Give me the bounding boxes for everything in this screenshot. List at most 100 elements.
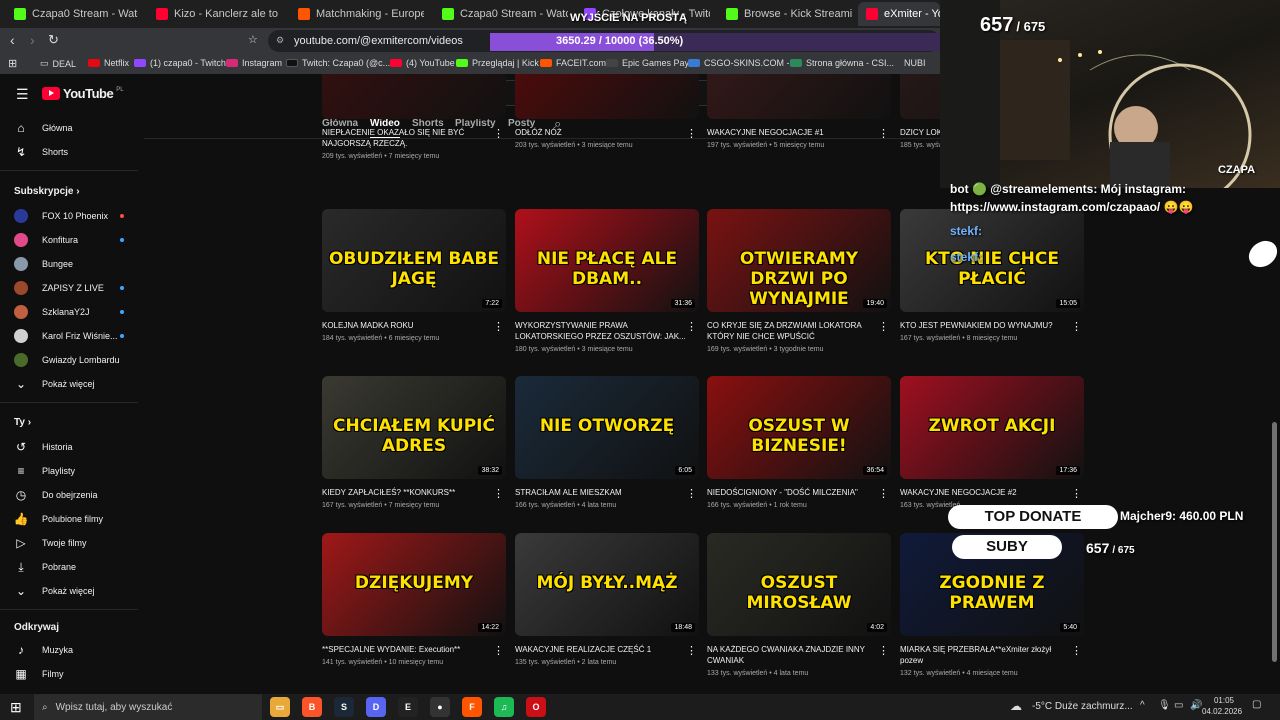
bookmark-epic[interactable]: Epic Games Pay [606,58,689,68]
sidebar-subscription[interactable]: SzklanaY2J [14,302,124,322]
weather-text[interactable]: -5°C Duże zachmurz... [1032,701,1133,712]
video-thumbnail[interactable]: OSZUST W BIZNESIE! 36:54 [707,376,891,479]
sidebar-item-shorts[interactable]: ↯ Shorts [14,142,68,162]
browser-tab[interactable]: Czapa0 Stream - Watch Live on [6,2,138,26]
sidebar-item-home[interactable]: ⌂ Główna [14,118,72,138]
sidebar-show-more[interactable]: ⌄ Pokaż więcej [14,374,95,394]
video-thumbnail[interactable]: MÓJ BYŁY..MĄŻ 18:48 [515,533,699,636]
bookmark-star-icon[interactable]: ☆ [248,33,258,46]
more-options-icon[interactable]: ⋮ [878,127,889,140]
clock-date[interactable]: 04.02.2026 [1202,707,1242,716]
more-options-icon[interactable]: ⋮ [878,487,889,500]
sidebar-subscription[interactable]: ZAPISY Z LIVE [14,278,124,298]
more-options-icon[interactable]: ⋮ [878,644,889,657]
video-card[interactable]: CHCIAŁEM KUPIĆ ADRES 38:32 KIEDY ZAPŁACIŁE… [322,376,506,509]
video-thumbnail[interactable]: OSZUST MIROSŁAW 4:02 [707,533,891,636]
sidebar-subscription[interactable]: Konfitura [14,230,124,250]
video-thumbnail[interactable]: OBUDZIŁEM BABE JAGĘ 7:22 [322,209,506,312]
sidebar-show-more[interactable]: ⌄ Pokaż więcej [14,581,95,601]
more-options-icon[interactable]: ⋮ [493,320,504,333]
more-options-icon[interactable]: ⋮ [1071,320,1082,333]
bookmark-netflix[interactable]: Netflix [88,58,129,68]
video-title[interactable]: KIEDY ZAPŁACIŁEŚ? **KONKURS** [322,487,494,498]
video-thumbnail[interactable]: CHCIAŁEM KUPIĆ ADRES 38:32 [322,376,506,479]
video-card[interactable]: WAKACYJNE NEGOCJACJE #1 197 tys. wyświetl… [707,74,891,149]
video-title[interactable]: STRACIŁAM ALE MIESZKAM [515,487,687,498]
bookmark-twitch[interactable]: (1) czapa0 - Twitch [134,58,226,68]
reload-icon[interactable]: ↻ [48,32,59,48]
browser-tab[interactable]: Czapa0 Stream - Watch Live on [434,2,568,26]
browser-tab-active[interactable]: eXmiter - YouTube [858,2,940,26]
more-options-icon[interactable]: ⋮ [493,644,504,657]
site-info-icon[interactable]: ⚙ [276,35,284,46]
more-options-icon[interactable]: ⋮ [878,320,889,333]
browser-tab[interactable]: Kizo - Kanclerz ale to Rihanna [148,2,280,26]
video-title[interactable]: KTO JEST PEWNIAKIEM DO WYNAJMU? [900,320,1072,331]
more-options-icon[interactable]: ⋮ [686,320,697,333]
more-options-icon[interactable]: ⋮ [1071,644,1082,657]
forward-icon[interactable]: › [30,32,35,48]
volume-icon[interactable]: 🔊 [1190,700,1202,711]
bookmark-csgo-skins[interactable]: CSGO-SKINS.COM -... [688,58,797,68]
back-icon[interactable]: ‹ [10,32,15,48]
discord-icon[interactable]: D [366,697,386,717]
you-header[interactable]: Ty › [14,417,31,428]
opera-gx-icon[interactable]: O [526,697,546,717]
steam-icon[interactable]: S [334,697,354,717]
sidebar-item-movies[interactable]: ▦ Filmy [14,664,63,684]
video-title[interactable]: NIEDOŚCIGNIONY - "DOŚĆ MILCZENIA" [707,487,879,498]
bookmark-kick[interactable]: Przeglądaj | Kick [456,58,539,68]
video-title[interactable]: NA KAŻDEGO CWANIAKA ZNAJDZIE INNY CWANIA… [707,644,879,666]
notifications-icon[interactable]: ▢ [1252,699,1261,710]
microphone-tray-icon[interactable]: 🎙 [1158,700,1171,711]
video-title[interactable]: **SPECJALNE WYDANIE: Execution** [322,644,494,655]
more-options-icon[interactable]: ⋮ [686,127,697,140]
video-thumbnail[interactable]: OTWIERAMY DRZWI PO WYNAJMIE 19:40 [707,209,891,312]
file-explorer-icon[interactable]: ▭ [270,697,290,717]
sidebar-item-downloads[interactable]: ⤓ Pobrane [14,557,76,577]
video-thumbnail[interactable]: NIE PŁACĘ ALE DBAM.. 31:36 [515,209,699,312]
video-title[interactable]: MIARKA SIĘ PRZEBRAŁA**eXmiter złożył poz… [900,644,1072,666]
bookmark-nubi[interactable]: NUBI [904,58,926,68]
browser-tab[interactable]: Matchmaking - Europe 5v5 Qu [290,2,424,26]
video-card[interactable]: NIE PŁACĘ ALE DBAM.. 31:36 WYKORZYSTYWANIE… [515,209,699,353]
video-thumbnail[interactable]: ZWROT AKCJI 17:36 [900,376,1084,479]
video-card[interactable]: DZIĘKUJEMY 14:22 **SPECJALNE WYDANIE: Exec… [322,533,506,666]
video-card[interactable]: NIE OTWORZĘ 6:05 STRACIŁAM ALE MIESZKAM 166… [515,376,699,509]
brave-icon[interactable]: B [302,697,322,717]
windows-start-icon[interactable]: ⊞ [10,699,22,716]
bookmark-youtube[interactable]: (4) YouTube [390,58,455,68]
obs-icon[interactable]: ● [430,697,450,717]
page-scrollbar[interactable] [1272,422,1277,662]
bookmark-deal[interactable]: ▭ DEAL [40,58,76,69]
spotify-icon[interactable]: ♫ [494,697,514,717]
video-card[interactable]: OSZUST MIROSŁAW 4:02 NA KAŻDEGO CWANIAKA Z… [707,533,891,677]
video-card[interactable]: ODŁÓŻ NÓŻ 203 tys. wyświetleń • 3 miesiąc… [515,74,699,149]
sidebar-item-playlists[interactable]: ≡ Playlisty [14,461,75,481]
sidebar-subscription[interactable]: Karol Friz Wiśnie... [14,326,124,346]
sidebar-item-music[interactable]: ♪ Muzyka [14,640,73,660]
video-card[interactable]: MÓJ BYŁY..MĄŻ 18:48 WAKACYJNE REALIZACJE C… [515,533,699,666]
video-card[interactable]: NIEPŁACENIE OKAZAŁO SIĘ NIE BYĆ NAJGORSZ… [322,74,506,160]
bookmark-tiktok[interactable]: Twitch: Czapa0 (@c... [286,58,390,68]
video-title[interactable]: WAKACYJNE NEGOCJACJE #2 [900,487,1072,498]
video-title[interactable]: ODŁÓŻ NÓŻ [515,127,687,138]
network-icon[interactable]: ▭ [1174,700,1183,711]
video-title[interactable]: WAKACYJNE REALIZACJE CZĘŚĆ 1 [515,644,687,655]
video-thumbnail[interactable] [707,74,891,119]
video-thumbnail[interactable]: DZIĘKUJEMY 14:22 [322,533,506,636]
sidebar-subscription[interactable]: Bungee [14,254,124,274]
sidebar-item-history[interactable]: ↺ Historia [14,437,73,457]
sidebar-subscription[interactable]: Gwiazdy Lombardu [14,350,124,370]
apps-grid-icon[interactable]: ⊞ [8,57,17,70]
sidebar-subscription[interactable]: FOX 10 Phoenix [14,206,124,226]
video-thumbnail[interactable] [322,74,506,119]
sidebar-item-your-videos[interactable]: ▷ Twoje filmy [14,533,86,553]
more-options-icon[interactable]: ⋮ [493,127,504,140]
browser-tab[interactable]: Browse - Kick Streaming [718,2,852,26]
sidebar-item-watch-later[interactable]: ◷ Do obejrzenia [14,485,98,505]
tray-chevron-icon[interactable]: ^ [1140,700,1145,711]
bookmark-csi[interactable]: Strona główna - CSI... [790,58,894,68]
video-title[interactable]: NIEPŁACENIE OKAZAŁO SIĘ NIE BYĆ NAJGORSZ… [322,127,494,149]
video-title[interactable]: WAKACYJNE NEGOCJACJE #1 [707,127,879,138]
